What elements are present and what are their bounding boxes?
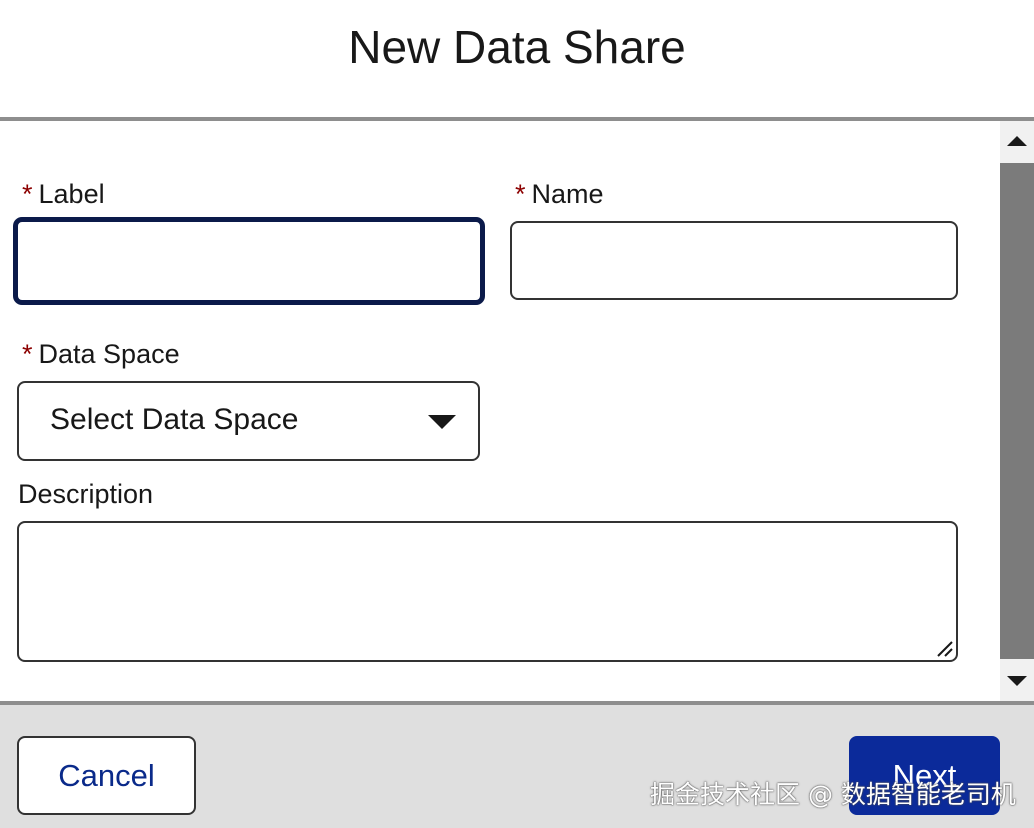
modal-title: New Data Share: [348, 20, 686, 73]
modal-body: * Label * Name * Data Space Select Data Spa…: [0, 121, 1000, 701]
cancel-button[interactable]: Cancel: [17, 736, 196, 815]
modal-footer: Cancel Next 掘金技术社区 @ 数据智能老司机: [0, 705, 1034, 828]
description-field-label: Description: [18, 479, 153, 510]
required-marker: *: [22, 339, 33, 369]
data-space-select[interactable]: Select Data Space: [17, 381, 480, 461]
data-space-field-label-text: Data Space: [38, 339, 180, 369]
description-textarea[interactable]: [17, 521, 958, 662]
label-field-label-text: Label: [38, 179, 105, 209]
watermark-text: 掘金技术社区 @ 数据智能老司机: [650, 780, 1016, 809]
vertical-scrollbar[interactable]: [1000, 121, 1034, 701]
scrollbar-thumb[interactable]: [1000, 163, 1034, 659]
name-field-label-text: Name: [531, 179, 604, 209]
modal-header: New Data Share: [0, 0, 1034, 117]
chevron-down-icon: [428, 415, 456, 429]
data-space-selected-value: Select Data Space: [50, 403, 299, 436]
label-field-label: * Label: [22, 179, 105, 210]
label-input[interactable]: [13, 217, 485, 305]
resize-handle-icon[interactable]: [934, 638, 954, 658]
data-space-field-label: * Data Space: [22, 339, 180, 370]
scroll-down-arrow-icon[interactable]: [1000, 661, 1034, 701]
description-field-label-text: Description: [18, 479, 154, 509]
new-data-share-modal: New Data Share * Label * Name * Data Space …: [0, 0, 1034, 828]
required-marker: *: [22, 179, 33, 209]
scroll-up-arrow-icon[interactable]: [1000, 121, 1034, 161]
name-input[interactable]: [510, 221, 958, 300]
name-field-label: * Name: [515, 179, 604, 210]
required-marker: *: [515, 179, 526, 209]
